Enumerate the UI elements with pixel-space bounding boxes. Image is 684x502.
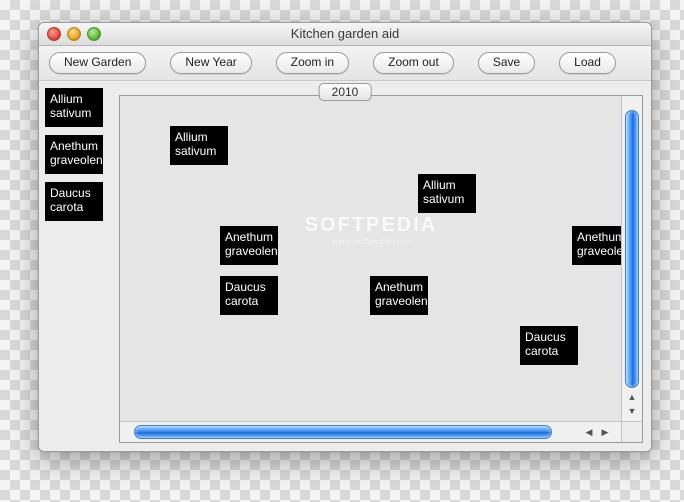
titlebar[interactable]: Kitchen garden aid [39,23,651,46]
load-button[interactable]: Load [559,52,616,74]
palette-tile[interactable]: Allium sativum [45,88,103,127]
vertical-scroll-thumb[interactable] [625,110,639,388]
scroll-left-icon[interactable]: ◀ [584,427,594,437]
canvas-tile[interactable]: Allium sativum [170,126,228,165]
year-tab[interactable]: 2010 [319,83,372,101]
new-year-button[interactable]: New Year [170,52,251,74]
horizontal-scroll-thumb[interactable] [134,425,552,439]
zoom-out-button[interactable]: Zoom out [373,52,454,74]
palette-tile[interactable]: Daucus carota [45,182,103,221]
zoom-in-button[interactable]: Zoom in [276,52,349,74]
save-button[interactable]: Save [478,52,535,74]
minimize-icon[interactable] [67,27,81,41]
palette-tile[interactable]: Anethum graveolens [45,135,103,174]
canvas-tile[interactable]: Daucus carota [520,326,578,365]
close-icon[interactable] [47,27,61,41]
species-palette: Allium sativum Anethum graveolens Daucus c… [45,88,103,221]
window-title: Kitchen garden aid [291,26,399,41]
scroll-right-icon[interactable]: ▶ [600,427,610,437]
zoom-icon[interactable] [87,27,101,41]
canvas-tile[interactable]: Daucus carota [220,276,278,315]
traffic-lights [47,27,101,41]
canvas-tile[interactable]: Anethum graveolens [572,226,622,265]
new-garden-button[interactable]: New Garden [49,52,146,74]
canvas-tile[interactable]: Allium sativum [418,174,476,213]
horizontal-scrollbar[interactable]: ◀ ▶ [120,421,622,442]
garden-canvas[interactable]: SOFTPEDIA www.softpedia.com Allium sativ… [120,96,622,422]
app-window: Kitchen garden aid New Garden New Year Z… [38,22,652,452]
scroll-up-icon[interactable]: ▲ [623,392,641,402]
scroll-down-icon[interactable]: ▼ [623,406,641,416]
toolbar: New Garden New Year Zoom in Zoom out Sav… [39,46,651,81]
scroll-corner [621,421,642,442]
watermark: SOFTPEDIA www.softpedia.com [305,214,437,246]
canvas-tile[interactable]: Anethum graveolens [370,276,428,315]
canvas-tile[interactable]: Anethum graveolens [220,226,278,265]
desktop-backdrop: Kitchen garden aid New Garden New Year Z… [0,0,684,502]
vertical-scrollbar[interactable]: ▲ ▼ [621,96,642,422]
canvas-frame: SOFTPEDIA www.softpedia.com Allium sativ… [119,95,643,443]
content-area: 2010 Allium sativum Anethum graveolens Dau… [39,81,651,451]
